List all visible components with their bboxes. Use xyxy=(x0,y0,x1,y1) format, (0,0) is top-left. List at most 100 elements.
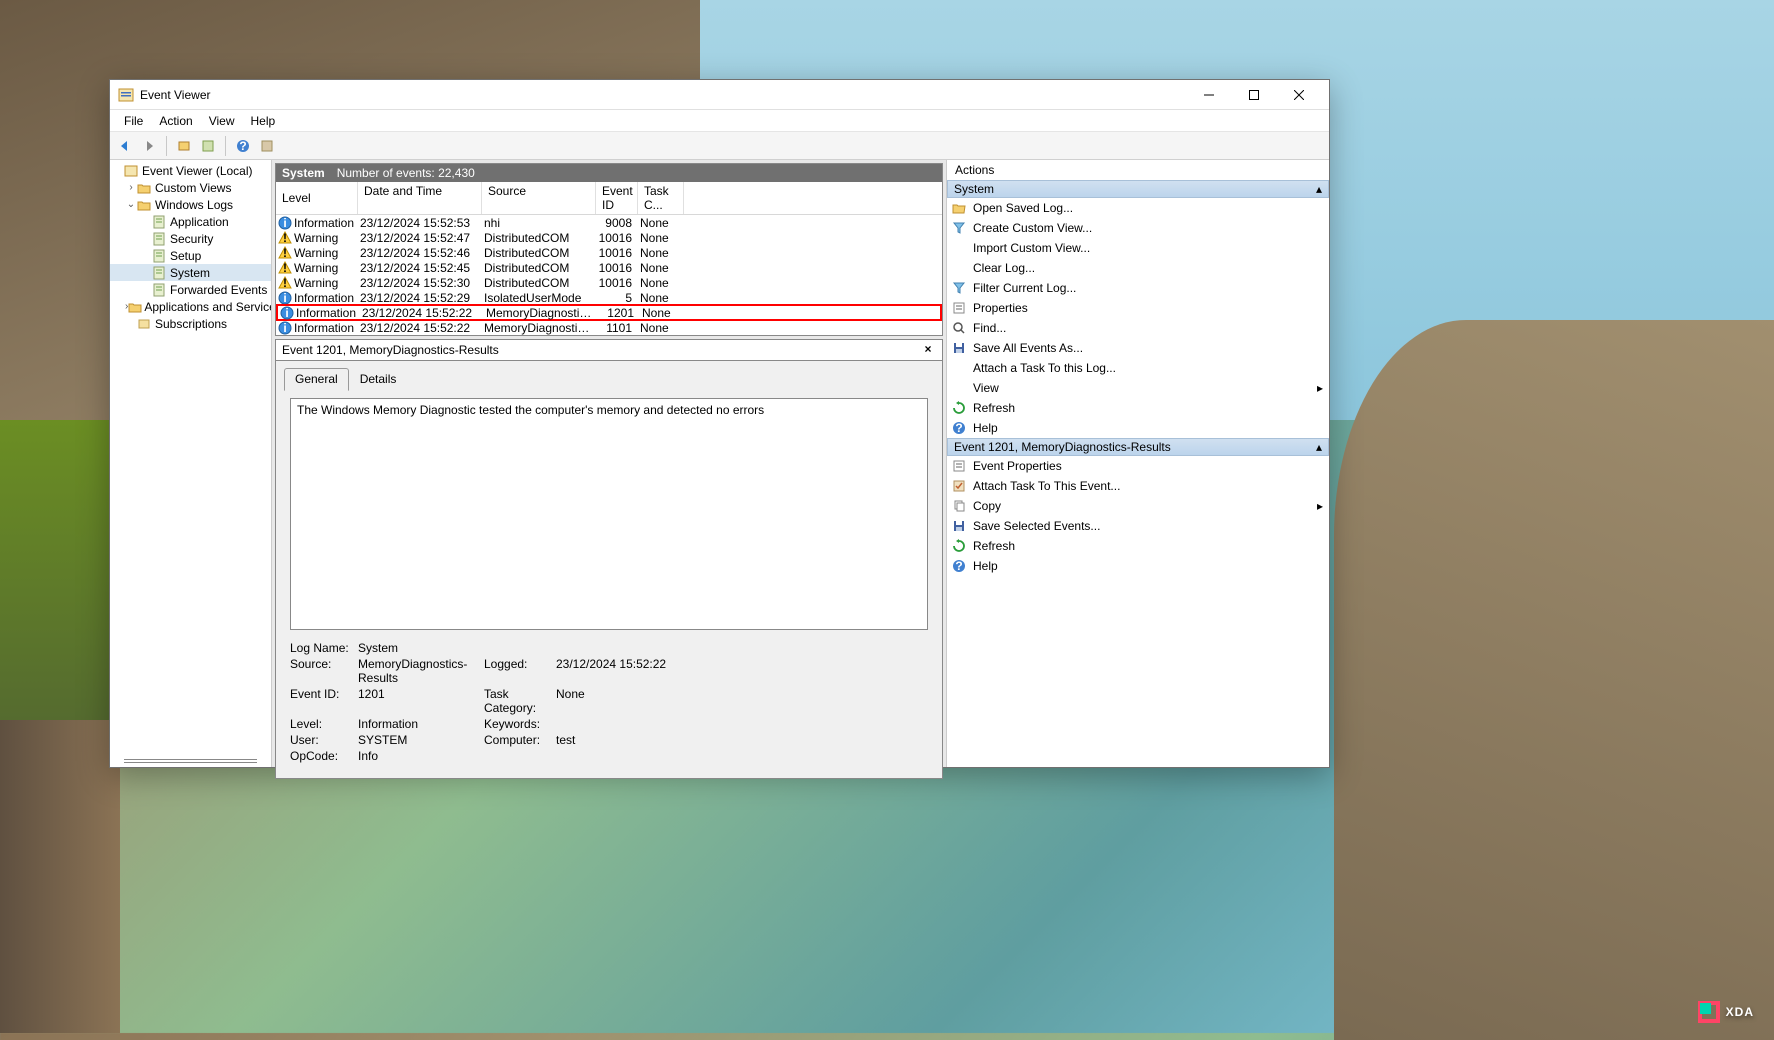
tree-item-security[interactable]: Security xyxy=(110,230,271,247)
action-create-custom-view[interactable]: Create Custom View... xyxy=(947,218,1329,238)
main-pane: System Number of events: 22,430 Level Da… xyxy=(272,160,946,767)
toolbar-button-3[interactable] xyxy=(256,135,278,157)
tree-item-subscriptions[interactable]: Subscriptions xyxy=(110,315,271,332)
refresh-icon xyxy=(951,400,967,416)
toolbar-button-2[interactable] xyxy=(197,135,219,157)
event-list-body[interactable]: iInformation23/12/2024 15:52:53nhi9008No… xyxy=(276,215,942,335)
action-event-properties[interactable]: Event Properties xyxy=(947,456,1329,476)
menu-action[interactable]: Action xyxy=(151,113,200,129)
action-label: View xyxy=(973,381,999,395)
blank-icon xyxy=(951,260,967,276)
titlebar[interactable]: Event Viewer xyxy=(110,80,1329,110)
tree-root[interactable]: Event Viewer (Local) xyxy=(110,162,271,179)
actions-section-event[interactable]: Event 1201, MemoryDiagnostics-Results ▴ xyxy=(947,438,1329,456)
event-row[interactable]: !Warning23/12/2024 15:52:47DistributedCO… xyxy=(276,230,942,245)
warning-icon: ! xyxy=(278,246,292,260)
maximize-button[interactable] xyxy=(1231,80,1276,110)
action-help[interactable]: ?Help xyxy=(947,418,1329,438)
event-row[interactable]: iInformation23/12/2024 15:52:22MemoryDia… xyxy=(276,304,942,321)
event-row[interactable]: iInformation23/12/2024 15:52:22MemoryDia… xyxy=(276,320,942,335)
svg-text:!: ! xyxy=(283,276,287,290)
action-attach-task-to-this-event[interactable]: Attach Task To This Event... xyxy=(947,476,1329,496)
collapse-icon: ▴ xyxy=(1316,440,1322,454)
action-save-all-events-as[interactable]: Save All Events As... xyxy=(947,338,1329,358)
action-refresh[interactable]: Refresh xyxy=(947,536,1329,556)
action-view[interactable]: View▸ xyxy=(947,378,1329,398)
folder-icon xyxy=(128,299,142,315)
tree-item-setup[interactable]: Setup xyxy=(110,247,271,264)
menu-help[interactable]: Help xyxy=(243,113,284,129)
filter-icon xyxy=(951,220,967,236)
event-row[interactable]: !Warning23/12/2024 15:52:46DistributedCO… xyxy=(276,245,942,260)
menu-view[interactable]: View xyxy=(201,113,243,129)
tree-item-application[interactable]: Application xyxy=(110,213,271,230)
column-event-id[interactable]: Event ID xyxy=(596,182,638,214)
help-button[interactable]: ? xyxy=(232,135,254,157)
action-attach-a-task-to-this-log[interactable]: Attach a Task To this Log... xyxy=(947,358,1329,378)
folder-icon xyxy=(137,180,153,196)
tab-details[interactable]: Details xyxy=(349,368,408,391)
event-row[interactable]: !Warning23/12/2024 15:52:30DistributedCO… xyxy=(276,275,942,290)
event-row[interactable]: iInformation23/12/2024 15:52:53nhi9008No… xyxy=(276,215,942,230)
action-label: Find... xyxy=(973,321,1006,335)
detail-title: Event 1201, MemoryDiagnostics-Results xyxy=(282,343,499,357)
submenu-arrow-icon: ▸ xyxy=(1317,499,1323,513)
event-row[interactable]: !Warning23/12/2024 15:52:45DistributedCO… xyxy=(276,260,942,275)
toolbar-button-1[interactable] xyxy=(173,135,195,157)
tree-item-forwarded-events[interactable]: Forwarded Events xyxy=(110,281,271,298)
menu-file[interactable]: File xyxy=(116,113,151,129)
action-properties[interactable]: Properties xyxy=(947,298,1329,318)
action-open-saved-log[interactable]: Open Saved Log... xyxy=(947,198,1329,218)
warning-icon: ! xyxy=(278,276,292,290)
collapse-icon: ▴ xyxy=(1316,182,1322,196)
log-icon xyxy=(152,231,168,247)
column-source[interactable]: Source xyxy=(482,182,596,214)
tree-item-applications-and-services-lo[interactable]: ›Applications and Services Lo xyxy=(110,298,271,315)
action-filter-current-log[interactable]: Filter Current Log... xyxy=(947,278,1329,298)
action-clear-log[interactable]: Clear Log... xyxy=(947,258,1329,278)
tree-item-custom-views[interactable]: ›Custom Views xyxy=(110,179,271,196)
actions-title: Actions xyxy=(947,160,1329,180)
svg-text:i: i xyxy=(283,291,286,305)
svg-text:!: ! xyxy=(283,231,287,245)
tree-label: Forwarded Events xyxy=(170,283,267,297)
action-refresh[interactable]: Refresh xyxy=(947,398,1329,418)
expand-icon[interactable]: › xyxy=(125,182,137,193)
column-task[interactable]: Task C... xyxy=(638,182,684,214)
action-label: Help xyxy=(973,559,998,573)
nav-forward-button[interactable] xyxy=(138,135,160,157)
detail-close-button[interactable]: × xyxy=(920,342,936,358)
action-copy[interactable]: Copy▸ xyxy=(947,496,1329,516)
action-import-custom-view[interactable]: Import Custom View... xyxy=(947,238,1329,258)
action-label: Attach a Task To this Log... xyxy=(973,361,1116,375)
info-icon: i xyxy=(278,291,292,305)
close-button[interactable] xyxy=(1276,80,1321,110)
minimize-button[interactable] xyxy=(1186,80,1231,110)
nav-back-button[interactable] xyxy=(114,135,136,157)
action-save-selected-events[interactable]: Save Selected Events... xyxy=(947,516,1329,536)
event-viewer-icon xyxy=(124,163,140,179)
event-description[interactable]: The Windows Memory Diagnostic tested the… xyxy=(290,398,928,630)
warning-icon: ! xyxy=(278,261,292,275)
column-datetime[interactable]: Date and Time xyxy=(358,182,482,214)
event-list-header[interactable]: Level Date and Time Source Event ID Task… xyxy=(276,182,942,215)
column-level[interactable]: Level xyxy=(276,182,358,214)
find-icon xyxy=(951,320,967,336)
action-label: Attach Task To This Event... xyxy=(973,479,1120,493)
tree-resize-handle[interactable] xyxy=(124,759,257,763)
action-label: Refresh xyxy=(973,401,1015,415)
action-label: Create Custom View... xyxy=(973,221,1092,235)
blank-icon xyxy=(951,240,967,256)
tree-item-system[interactable]: System xyxy=(110,264,271,281)
action-find[interactable]: Find... xyxy=(947,318,1329,338)
action-help[interactable]: ?Help xyxy=(947,556,1329,576)
filter-icon xyxy=(951,280,967,296)
navigation-tree[interactable]: Event Viewer (Local) ›Custom Views⌄Windo… xyxy=(110,160,272,767)
expand-icon[interactable]: ⌄ xyxy=(125,199,137,210)
actions-section-system[interactable]: System ▴ xyxy=(947,180,1329,198)
tree-item-windows-logs[interactable]: ⌄Windows Logs xyxy=(110,196,271,213)
tab-general[interactable]: General xyxy=(284,368,349,391)
property-row: Log Name:System xyxy=(290,640,928,656)
event-row[interactable]: iInformation23/12/2024 15:52:29IsolatedU… xyxy=(276,290,942,305)
task-icon xyxy=(951,478,967,494)
